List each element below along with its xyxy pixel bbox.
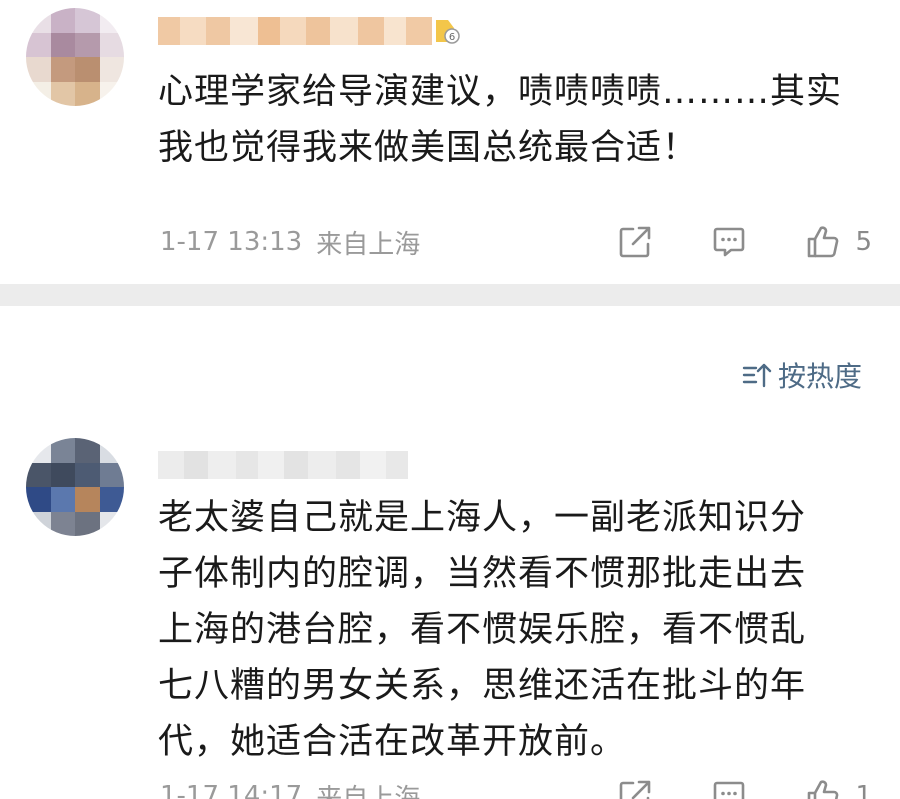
avatar-pixelated	[26, 8, 124, 106]
sort-by-heat-button[interactable]: 按热度	[742, 355, 862, 395]
comment-meta: 1-17 13:13 来自上海 5	[160, 222, 872, 262]
comment-text-line: 上海的港台腔，看不惯娱乐腔，看不惯乱	[158, 610, 807, 650]
comment-text-line: 心理学家给导演建议，啧啧啧啧………其实	[158, 72, 843, 112]
like-icon[interactable]	[805, 778, 841, 799]
comment-meta: 1-17 14:17 来自上海 1	[160, 776, 872, 799]
sort-icon	[742, 363, 772, 388]
comment-time: 1-17 13:13	[160, 227, 303, 257]
comment-location: 来自上海	[316, 783, 421, 799]
avatar-pixelated	[26, 438, 124, 536]
avatar[interactable]	[26, 438, 124, 536]
username-mosaic	[158, 17, 432, 45]
vip-badge-icon: 6	[436, 20, 460, 44]
share-icon[interactable]	[617, 224, 653, 260]
comment-text-line: 我也觉得我来做美国总统最合适！	[158, 128, 699, 168]
comment-text-line: 七八糟的男女关系，思维还活在批斗的年	[158, 666, 807, 706]
like-count: 5	[855, 227, 872, 257]
comment-text-line: 老太婆自己就是上海人，一副老派知识分	[158, 498, 807, 538]
username-blurred[interactable]	[158, 448, 408, 482]
username-blurred[interactable]	[158, 14, 432, 48]
reply-icon[interactable]	[711, 778, 747, 799]
reply-icon[interactable]	[711, 224, 747, 260]
comment-actions: 1	[617, 776, 872, 799]
comment-time: 1-17 14:17	[160, 781, 303, 799]
comment-text: 心理学家给导演建议，啧啧啧啧………其实 我也觉得我来做美国总统最合适！	[158, 64, 878, 176]
svg-text:6: 6	[449, 32, 455, 43]
comment-text-line: 子体制内的腔调，当然看不惯那批走出去	[158, 554, 807, 594]
share-icon[interactable]	[617, 778, 653, 799]
comment-feed: 6 心理学家给导演建议，啧啧啧啧………其实 我也觉得我来做美国总统最合适！ 1-…	[0, 0, 900, 799]
avatar[interactable]	[26, 8, 124, 106]
section-divider	[0, 284, 900, 306]
comment-text: 老太婆自己就是上海人，一副老派知识分 子体制内的腔调，当然看不惯那批走出去 上海…	[158, 490, 878, 770]
comment-text-line: 代，她适合活在改革开放前。	[158, 722, 627, 762]
comment-actions: 5	[617, 222, 872, 262]
comment-location: 来自上海	[316, 229, 421, 260]
like-icon[interactable]	[805, 224, 841, 260]
like-count: 1	[855, 781, 872, 799]
username-mosaic	[158, 451, 408, 479]
sort-label: 按热度	[777, 360, 862, 393]
